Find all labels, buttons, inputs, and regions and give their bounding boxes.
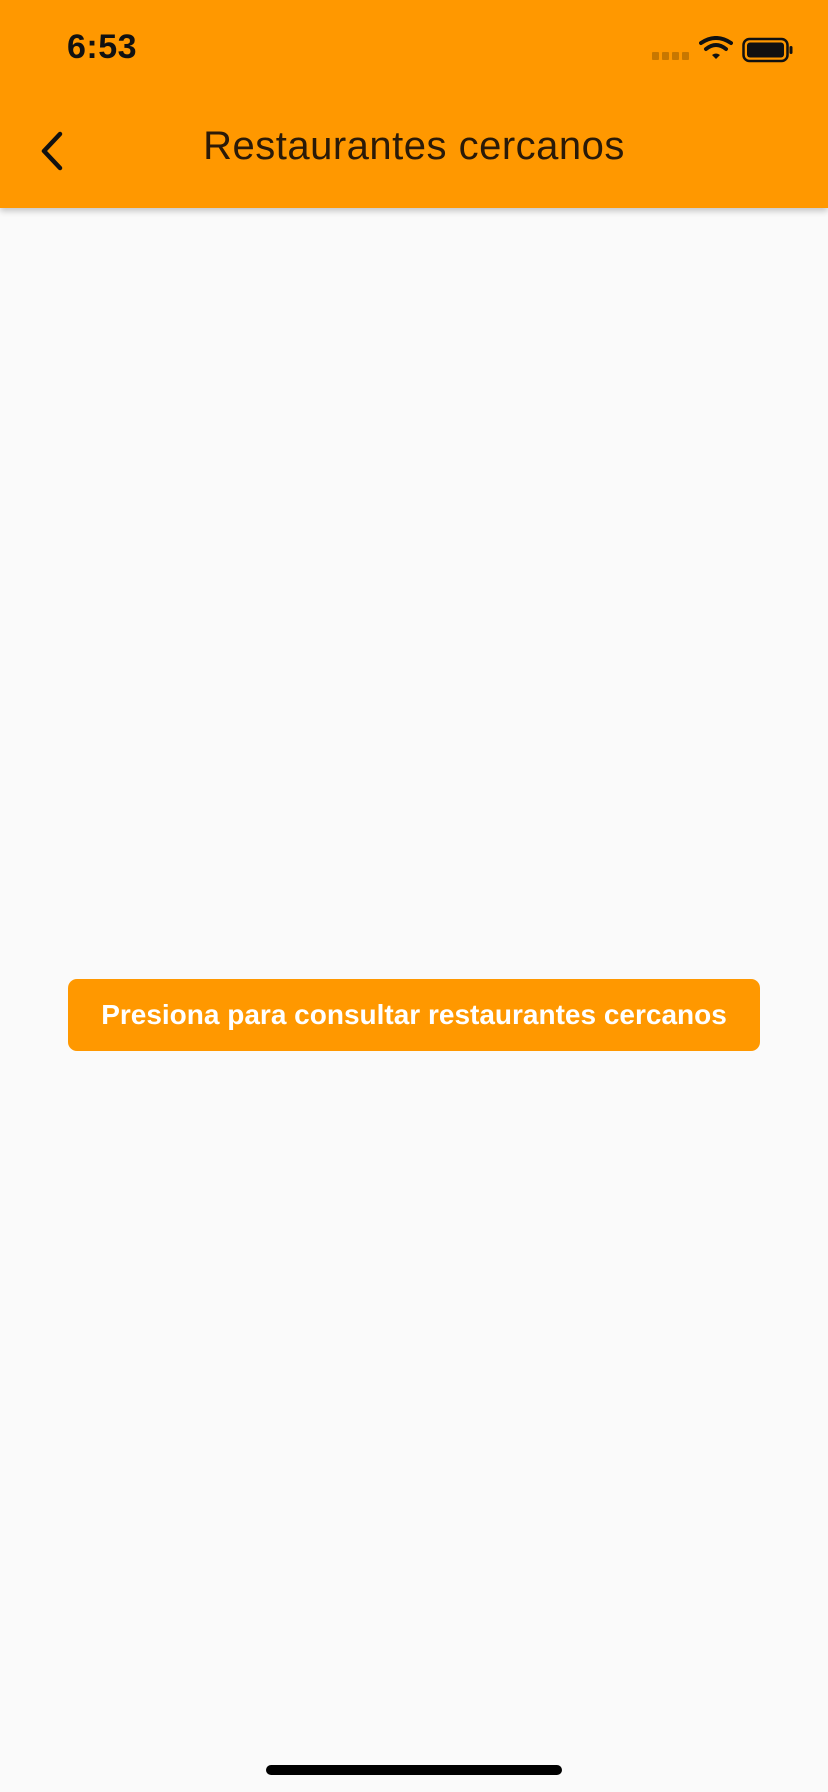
battery-icon (742, 37, 793, 63)
page-title: Restaurantes cercanos (203, 124, 625, 168)
wifi-icon (699, 36, 733, 59)
app-bar: 6:53 Restaurantes cercanos (0, 0, 828, 208)
search-nearby-restaurants-button[interactable]: Presiona para consultar restaurantes cer… (68, 979, 760, 1051)
status-time: 6:53 (67, 28, 138, 66)
signal-icon (652, 52, 692, 62)
home-indicator (266, 1765, 562, 1775)
